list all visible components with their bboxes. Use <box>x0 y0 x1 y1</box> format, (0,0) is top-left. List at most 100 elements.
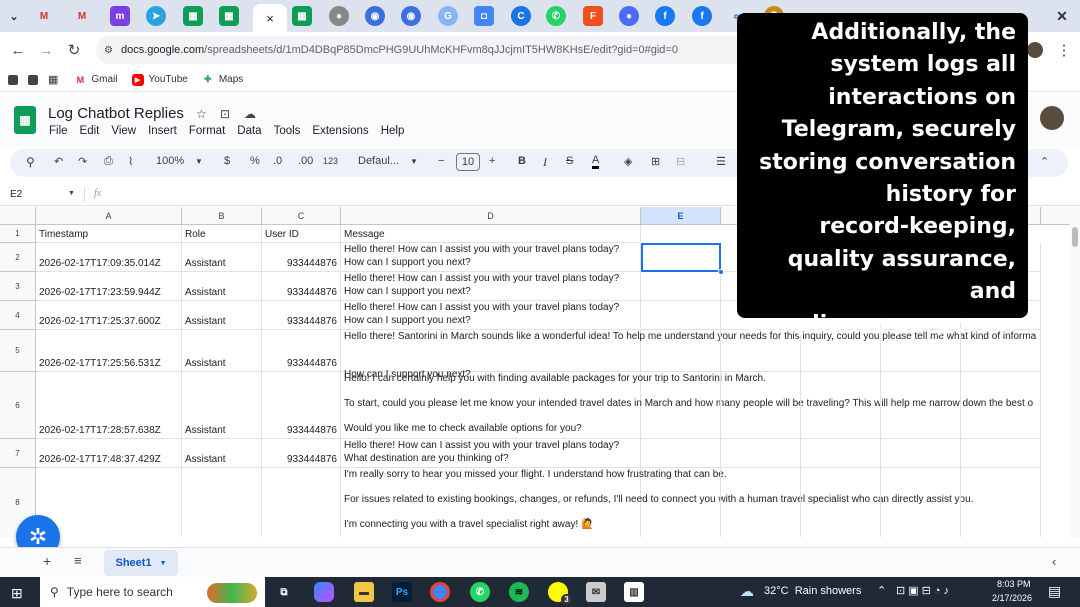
cell-empty[interactable] <box>641 372 721 439</box>
percent-format-button[interactable]: % <box>250 155 260 167</box>
bookmark-gmail[interactable]: M Gmail <box>74 74 118 86</box>
cell-role[interactable]: Assistant <box>182 439 262 468</box>
cell-timestamp[interactable]: 2026-02-17T17:48:37.429Z <box>36 439 182 468</box>
active-tab[interactable]: × <box>253 4 287 32</box>
cell-timestamp[interactable]: 2026-02-17T17:25:56.531Z <box>36 330 182 372</box>
cell-message[interactable]: Hello! I can certainly help you with fin… <box>341 372 1033 439</box>
cell-empty[interactable] <box>641 301 721 330</box>
cell-empty[interactable] <box>881 372 961 439</box>
cell-user-id[interactable]: 933444876 <box>262 372 341 439</box>
column-header-c[interactable]: C <box>262 207 341 225</box>
name-box[interactable]: E2 <box>10 189 22 200</box>
cell-role[interactable]: Assistant <box>182 330 262 372</box>
column-header-b[interactable]: B <box>182 207 262 225</box>
close-tab-icon[interactable]: × <box>266 11 274 26</box>
back-icon[interactable]: ← <box>8 40 28 60</box>
document-title[interactable]: Log Chatbot Replies <box>48 105 184 122</box>
header-cell-user-id[interactable]: User ID <box>262 225 341 243</box>
cell-message[interactable]: Hello there! How can I assist you with y… <box>341 243 641 272</box>
row-header[interactable]: 7 <box>0 439 36 468</box>
row-header[interactable]: 5 <box>0 330 36 372</box>
font-size-decrease-icon[interactable]: − <box>438 155 444 167</box>
menu-insert[interactable]: Insert <box>148 125 177 137</box>
cell-message[interactable]: I'm really sorry to hear you missed your… <box>341 468 973 537</box>
circle-tab-icon[interactable]: ● <box>619 6 639 26</box>
chevron-down-icon[interactable]: ▼ <box>68 190 75 197</box>
cell-empty[interactable] <box>641 243 721 272</box>
taskbar-search-box[interactable]: ⚲ Type here to search <box>40 577 265 607</box>
print-icon[interactable]: ⎙ <box>104 155 113 168</box>
cell-empty[interactable] <box>881 439 961 468</box>
paint-format-icon[interactable]: ⌇ <box>128 155 133 168</box>
align-icon[interactable]: ☰ <box>716 155 726 168</box>
add-sheet-icon[interactable]: + <box>43 553 51 569</box>
reload-icon[interactable]: ↻ <box>64 40 84 60</box>
apps-grid-icon[interactable]: ▦ <box>48 73 58 86</box>
zoom-select[interactable]: 100% <box>156 155 184 167</box>
mail-icon[interactable]: ✉ <box>586 582 606 602</box>
clock-date[interactable]: 2/17/2026 <box>992 593 1032 603</box>
cell-user-id[interactable]: 933444876 <box>262 272 341 301</box>
cell-message[interactable]: Hello there! Santorini in March sounds l… <box>341 330 1036 380</box>
bookmark-square-icon[interactable] <box>8 74 18 85</box>
bookmark-square-icon[interactable] <box>28 74 38 85</box>
bold-button[interactable]: B <box>518 155 526 167</box>
cell-empty[interactable] <box>801 372 881 439</box>
fill-handle[interactable] <box>718 269 724 275</box>
facebook-tab-icon[interactable]: f <box>655 6 675 26</box>
cell-empty[interactable] <box>721 439 801 468</box>
search-menus-icon[interactable]: ⚲ <box>26 155 35 169</box>
close-window-icon[interactable]: ✕ <box>1052 6 1072 26</box>
increase-decimal-button[interactable]: .00 <box>298 155 313 167</box>
photoshop-icon[interactable]: Ps <box>392 582 412 602</box>
cell-message[interactable]: Hello there! How can I assist you with y… <box>341 439 641 468</box>
scroll-left-icon[interactable]: ‹ <box>1052 554 1056 569</box>
cell-empty[interactable] <box>881 468 961 537</box>
whatsapp-tab-icon[interactable]: ✆ <box>546 6 566 26</box>
spotify-icon[interactable]: ≋ <box>509 582 529 602</box>
row-header[interactable]: 1 <box>0 225 36 243</box>
header-cell-message[interactable]: Message <box>341 225 641 243</box>
number-format-button[interactable]: 123 <box>323 156 338 166</box>
gmail-tab-icon[interactable]: M <box>72 6 92 26</box>
cell-empty[interactable] <box>721 372 801 439</box>
row-header[interactable]: 2 <box>0 243 36 272</box>
bookmark-maps[interactable]: ✚ Maps <box>202 74 243 86</box>
cell-role[interactable]: Assistant <box>182 372 262 439</box>
g-tab-icon[interactable]: G <box>438 6 458 26</box>
move-folder-icon[interactable]: ⊡ <box>220 107 230 121</box>
cell-user-id[interactable] <box>262 468 341 537</box>
cell-timestamp[interactable]: 2026-02-17T17:25:37.600Z <box>36 301 182 330</box>
text-color-icon[interactable]: A <box>592 155 600 169</box>
sheets-tab-icon[interactable]: ▦ <box>292 6 312 26</box>
row-header[interactable]: 4 <box>0 301 36 330</box>
fill-color-icon[interactable]: ◈ <box>624 155 632 168</box>
bookmark-youtube[interactable]: ▶ YouTube <box>131 73 188 86</box>
c-tab-icon[interactable]: C <box>511 6 531 26</box>
cell-user-id[interactable]: 933444876 <box>262 330 341 372</box>
redo-icon[interactable]: ↷ <box>78 155 87 168</box>
snapchat-icon[interactable]: 3 <box>548 582 572 605</box>
menu-view[interactable]: View <box>111 125 136 137</box>
cell-empty[interactable] <box>641 468 721 537</box>
chat-tab-icon[interactable]: ◉ <box>401 6 421 26</box>
chevron-down-icon[interactable]: ▼ <box>410 157 418 166</box>
menu-file[interactable]: File <box>49 125 68 137</box>
profile-avatar[interactable] <box>1027 42 1043 58</box>
menu-data[interactable]: Data <box>237 125 261 137</box>
chat-tab-icon[interactable]: ◉ <box>365 6 385 26</box>
currency-format-button[interactable]: $ <box>224 155 230 167</box>
cell-empty[interactable] <box>721 468 801 537</box>
cell-user-id[interactable]: 933444876 <box>262 243 341 272</box>
figma-tab-icon[interactable]: F <box>583 6 603 26</box>
star-icon[interactable]: ☆ <box>196 107 207 121</box>
sheets-logo-icon[interactable]: ▦ <box>14 106 36 134</box>
menu-edit[interactable]: Edit <box>80 125 100 137</box>
forward-icon[interactable]: → <box>36 40 56 60</box>
sheets-tab-icon[interactable]: ▦ <box>183 6 203 26</box>
task-view-icon[interactable]: ⧉ <box>274 582 294 602</box>
whatsapp-icon[interactable]: ✆ <box>470 582 490 602</box>
chrome-icon[interactable] <box>430 582 450 602</box>
header-cell-timestamp[interactable]: Timestamp <box>36 225 182 243</box>
collapse-toolbar-icon[interactable]: ⌃ <box>1040 155 1049 168</box>
